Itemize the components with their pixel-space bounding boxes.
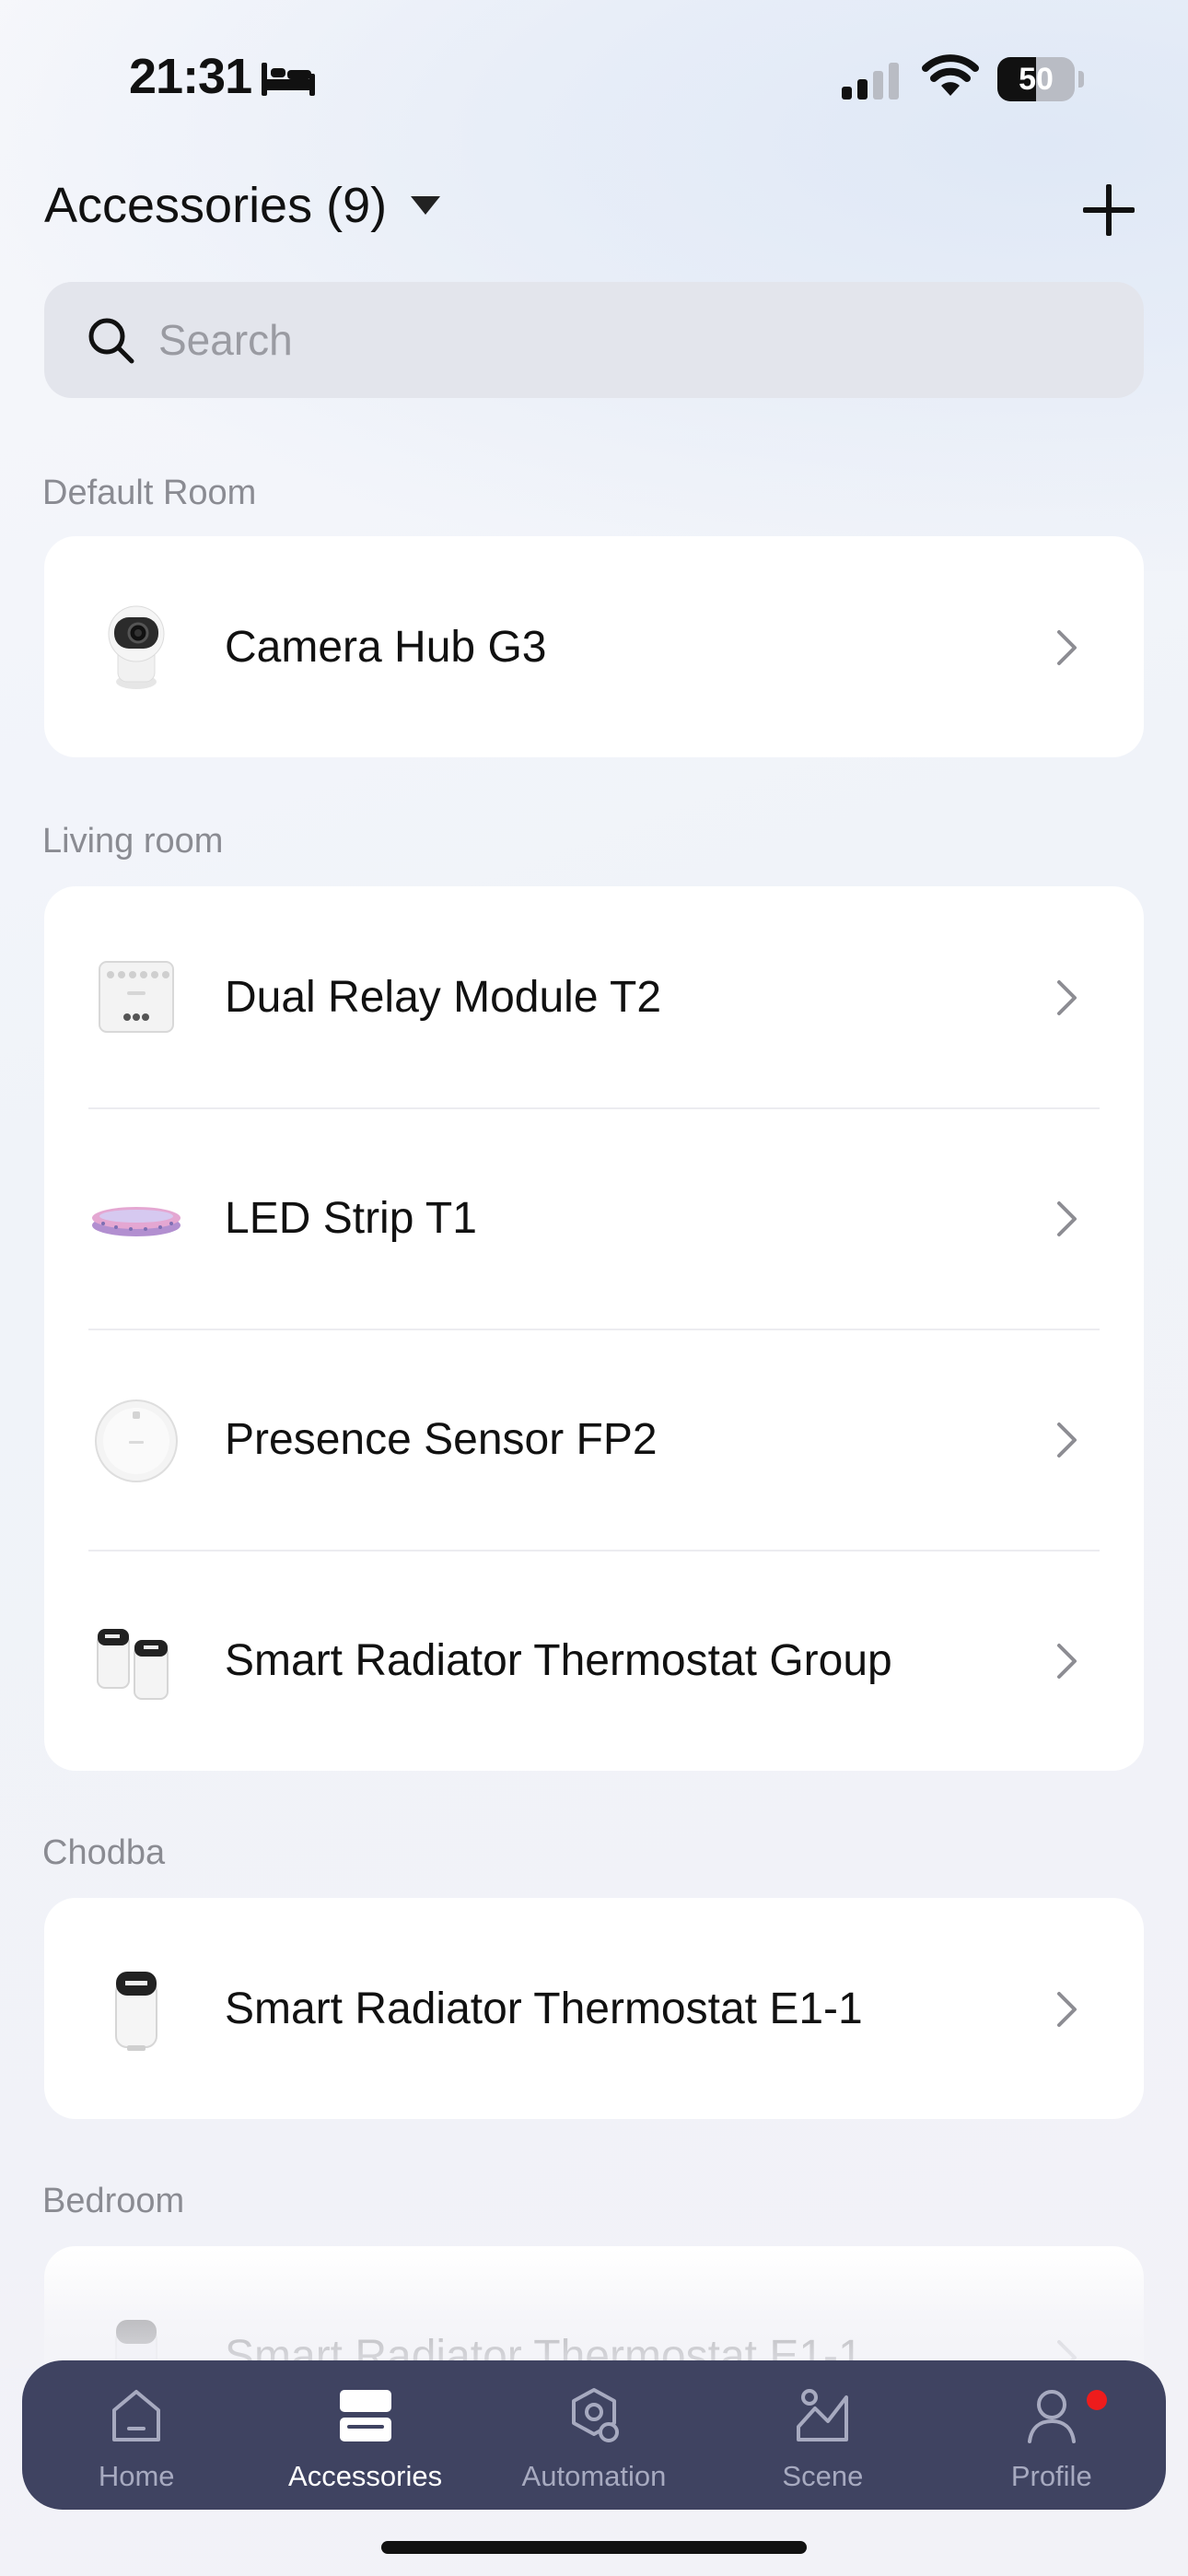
tab-label: Accessories	[288, 2460, 443, 2492]
accessory-row-led-strip-t1[interactable]: LED Strip T1	[44, 1107, 1144, 1329]
tab-automation[interactable]: Automation	[493, 2360, 695, 2510]
tab-label: Home	[98, 2460, 175, 2492]
home-icon	[112, 2390, 161, 2441]
room-card-default-room: Camera Hub G3	[44, 536, 1144, 757]
accessory-row-dual-relay-module-t2[interactable]: Dual Relay Module T2	[44, 886, 1144, 1107]
section-label-bedroom: Bedroom	[42, 2182, 185, 2220]
bed-icon	[262, 63, 315, 96]
accessory-label: Dual Relay Module T2	[225, 972, 662, 1022]
accessory-row-thermostat-group[interactable]: Smart Radiator Thermostat Group	[44, 1550, 1144, 1771]
tab-profile[interactable]: Profile	[950, 2360, 1153, 2510]
thermostat-group-icon	[97, 1629, 169, 1700]
status-bar: 21:31 50	[0, 0, 1188, 157]
accessory-label: Camera Hub G3	[225, 622, 547, 672]
accessory-row-presence-sensor-fp2[interactable]: Presence Sensor FP2	[44, 1329, 1144, 1550]
accessories-dropdown[interactable]: Accessories (9)	[44, 177, 441, 234]
section-label-default-room: Default Room	[42, 474, 257, 512]
tab-accessories[interactable]: Accessories	[264, 2360, 467, 2510]
home-indicator[interactable]	[381, 2541, 807, 2554]
tab-label: Automation	[521, 2460, 667, 2492]
accessory-label: LED Strip T1	[225, 1193, 477, 1243]
camera-hub-icon	[108, 605, 165, 689]
chevron-right-icon	[1057, 630, 1077, 665]
tab-label: Profile	[1010, 2460, 1092, 2492]
section-label-chodba: Chodba	[42, 1833, 166, 1872]
chevron-right-icon	[1057, 1644, 1077, 1679]
automation-icon	[571, 2388, 619, 2442]
tab-bar: Home Accessories Automation Scene Profil…	[22, 2360, 1166, 2510]
battery-percent: 50	[1019, 62, 1054, 97]
add-accessory-button[interactable]	[1079, 181, 1138, 240]
accessories-icon	[339, 2390, 391, 2441]
room-card-chodba: Smart Radiator Thermostat E1-1	[44, 1898, 1144, 2119]
profile-icon	[1027, 2390, 1076, 2443]
battery-indicator: 50	[997, 57, 1086, 101]
accessory-label: Presence Sensor FP2	[225, 1414, 658, 1464]
accessory-label: Smart Radiator Thermostat E1-1	[225, 1984, 863, 2033]
accessory-row-thermostat-e1-1[interactable]: Smart Radiator Thermostat E1-1	[44, 1898, 1144, 2119]
chevron-right-icon	[1057, 1992, 1077, 2027]
tab-scene[interactable]: Scene	[721, 2360, 924, 2510]
accessory-label: Smart Radiator Thermostat Group	[225, 1635, 892, 1685]
chevron-right-icon	[1057, 980, 1077, 1015]
relay-module-icon	[99, 961, 174, 1033]
search-icon	[88, 318, 134, 364]
tab-home[interactable]: Home	[35, 2360, 238, 2510]
status-time: 21:31	[129, 49, 252, 104]
thermostat-icon	[115, 1972, 157, 2051]
tab-label: Scene	[782, 2460, 864, 2492]
chevron-right-icon	[1057, 1423, 1077, 1458]
presence-sensor-icon	[95, 1399, 178, 1482]
cellular-signal-icon	[842, 63, 899, 100]
caret-down-icon	[411, 196, 441, 215]
search-bar[interactable]	[44, 282, 1144, 398]
page-title: Accessories (9)	[44, 178, 388, 233]
notification-badge	[1086, 2390, 1107, 2410]
search-input[interactable]	[157, 314, 1081, 366]
scene-icon	[797, 2389, 849, 2441]
room-card-living-room: Dual Relay Module T2 LED Strip T1 Presen…	[44, 886, 1144, 1771]
plus-icon	[1083, 184, 1135, 236]
chevron-right-icon	[1057, 1201, 1077, 1236]
accessory-row-camera-hub-g3[interactable]: Camera Hub G3	[44, 536, 1144, 757]
led-strip-icon	[92, 1207, 181, 1236]
section-label-living-room: Living room	[42, 822, 224, 861]
wifi-icon	[922, 54, 979, 96]
